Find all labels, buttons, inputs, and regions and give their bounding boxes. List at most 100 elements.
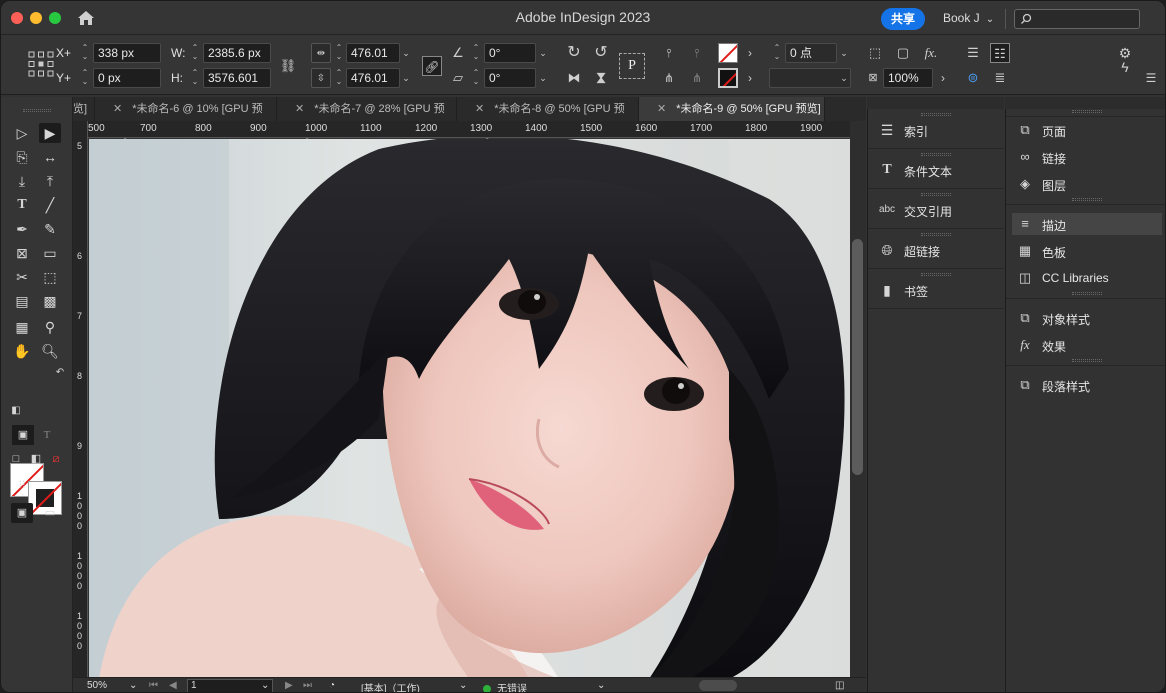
panel-group-grip[interactable] xyxy=(1006,109,1165,117)
panel-group-grip[interactable] xyxy=(1006,291,1165,299)
content-placer-icon[interactable]: ⤒ xyxy=(39,171,61,191)
eyedropper-tool-icon[interactable]: ⚲ xyxy=(39,317,61,337)
type-tool-icon[interactable]: T xyxy=(11,195,33,215)
rectangle-frame-tool-icon[interactable]: ⊠ xyxy=(11,243,33,263)
y-field[interactable]: 0 px xyxy=(93,68,161,88)
swap-fill-stroke-icon[interactable]: ↶ xyxy=(49,363,71,383)
screen-mode-icon[interactable]: ▭ xyxy=(39,503,61,523)
placed-portrait-image[interactable] xyxy=(89,139,850,679)
link-icon[interactable]: 🔗︎ xyxy=(422,56,442,76)
account-menu[interactable]: Book J ⌄ xyxy=(943,11,994,25)
lightning-icon[interactable]: ϟ xyxy=(1115,57,1135,77)
constrain-proportions-icon[interactable]: ⛓ xyxy=(278,56,298,76)
stroke-weight-stepper[interactable]: ⌃ ⌄ xyxy=(771,43,783,63)
close-icon[interactable]: ✕ xyxy=(475,103,484,115)
default-fill-stroke-icon[interactable]: ◧ xyxy=(5,401,27,421)
direct-selection-tool-icon[interactable]: ▶ xyxy=(39,123,61,143)
h-stepper[interactable]: ⌃ ⌄ xyxy=(189,68,201,88)
rotate-stepper[interactable]: ⌃ ⌄ xyxy=(470,43,482,63)
chevron-down-icon[interactable]: ⌄ xyxy=(837,68,851,88)
gradient-feather-tool-icon[interactable]: ▩ xyxy=(39,291,61,311)
chevron-down-icon[interactable]: ⌄ xyxy=(399,68,413,88)
x-stepper[interactable]: ⌃ ⌄ xyxy=(79,43,91,63)
fill-swatch[interactable] xyxy=(718,43,738,63)
flip-horizontal-icon[interactable]: ⧓ xyxy=(564,68,584,88)
gap-tool-icon[interactable]: ↔ xyxy=(39,147,61,167)
document-canvas[interactable] xyxy=(89,139,850,679)
horizontal-scrollbar-thumb[interactable] xyxy=(699,680,737,691)
panel-layers[interactable]: ◈ 图层 xyxy=(1012,173,1162,195)
next-page-icon[interactable]: ▶ xyxy=(285,680,293,691)
chevron-right-icon[interactable]: › xyxy=(933,68,953,88)
normal-view-icon[interactable]: ▣ xyxy=(11,503,33,523)
search-input[interactable] xyxy=(1014,9,1140,29)
grip[interactable] xyxy=(23,109,51,112)
chevron-down-icon[interactable]: ⌄ xyxy=(536,43,550,63)
text-wrap-none-icon[interactable]: ☰ xyxy=(963,43,983,63)
chevron-down-icon[interactable]: ⌄ xyxy=(261,680,269,691)
share-button[interactable]: 共享 xyxy=(881,8,925,30)
chevron-down-icon[interactable]: ⌄ xyxy=(536,68,550,88)
document-tab[interactable]: ✕*未命名-7 @ 28% [GPU 预览] xyxy=(277,97,457,139)
zoom-tool-icon[interactable]: 🔍︎ xyxy=(39,341,61,361)
rectangle-tool-icon[interactable]: ▭ xyxy=(39,243,61,263)
opacity-field[interactable]: 100% xyxy=(883,68,933,88)
close-icon[interactable]: ✕ xyxy=(113,103,122,115)
line-tool-icon[interactable]: ╱ xyxy=(39,195,61,215)
chevron-down-icon[interactable]: ⌄ xyxy=(129,680,137,691)
preflight-status[interactable]: 无错误 xyxy=(483,680,527,692)
stroke-weight-field[interactable]: 0 点 xyxy=(785,43,837,63)
panel-conditional-text[interactable]: T 条件文本 xyxy=(868,151,1004,189)
effects-icon[interactable]: fx. xyxy=(921,43,941,63)
rotate-ccw-icon[interactable]: ↺ xyxy=(591,43,611,63)
zoom-level[interactable]: 50% xyxy=(87,680,107,691)
chevron-down-icon[interactable]: ⌄ xyxy=(597,680,605,691)
close-icon[interactable]: ✕ xyxy=(295,103,304,115)
last-page-icon[interactable]: ⏭ xyxy=(303,680,312,691)
panel-cross-references[interactable]: abc 交叉引用 xyxy=(868,191,1004,229)
panel-cc-libraries[interactable]: ◫ CC Libraries xyxy=(1012,267,1162,289)
chevron-right-icon[interactable]: › xyxy=(740,43,760,63)
align-object-icon[interactable]: ⊜ xyxy=(963,68,983,88)
rotate-field[interactable]: 0° xyxy=(484,43,536,63)
scale-y-stepper[interactable]: ⌃ ⌄ xyxy=(333,68,345,88)
vertical-scrollbar[interactable] xyxy=(850,121,866,679)
pencil-tool-icon[interactable]: ✎ xyxy=(39,219,61,239)
page-tool-icon[interactable]: ⎘ xyxy=(11,147,33,167)
panel-pages[interactable]: ⧉ 页面 xyxy=(1012,119,1162,141)
chevron-down-icon[interactable]: ⌄ xyxy=(399,43,413,63)
note-tool-icon[interactable]: ▦ xyxy=(11,317,33,337)
hand-tool-icon[interactable]: ✋ xyxy=(11,341,33,361)
formatting-container-icon[interactable]: ▣ xyxy=(12,425,34,445)
scale-x-field[interactable]: 476.01 xyxy=(346,43,400,63)
first-page-icon[interactable]: ⏮ xyxy=(149,680,158,691)
panel-menu-icon[interactable]: ☰ xyxy=(1141,68,1161,88)
x-field[interactable]: 338 px xyxy=(93,43,161,63)
panel-links[interactable]: ∞ 链接 xyxy=(1012,146,1162,168)
select-content-icon[interactable]: ⫯ xyxy=(687,43,707,63)
flip-vertical-icon[interactable]: ⧓ xyxy=(591,68,611,88)
scale-y-field[interactable]: 476.01 xyxy=(346,68,400,88)
reference-point-icon[interactable] xyxy=(28,51,54,77)
shear-field[interactable]: 0° xyxy=(484,68,536,88)
panel-effects[interactable]: fx 效果 xyxy=(1012,334,1162,356)
preflight-icon[interactable]: ◔ xyxy=(329,680,335,691)
text-wrap-bounding-icon[interactable]: ☷ xyxy=(990,43,1010,63)
panel-hyperlinks[interactable]: 🌐︎ 超链接 xyxy=(868,231,1004,269)
panel-swatches[interactable]: ▦ 色板 xyxy=(1012,240,1162,262)
panel-bookmarks[interactable]: ▮ 书签 xyxy=(868,271,1004,309)
drop-shadow-icon[interactable]: ▢ xyxy=(893,43,913,63)
apply-color-icon[interactable]: □ xyxy=(5,449,27,469)
preflight-profile[interactable]: [基本]（工作) xyxy=(361,680,420,692)
panel-paragraph-styles[interactable]: ⧉ 段落样式 xyxy=(1012,374,1162,396)
formatting-text-icon[interactable]: T xyxy=(36,425,58,445)
scale-x-stepper[interactable]: ⌃ ⌄ xyxy=(333,43,345,63)
apply-none-icon[interactable]: ⧄ xyxy=(45,449,67,469)
select-previous-icon[interactable]: ⋔ xyxy=(659,68,679,88)
frame-fitting-icon[interactable]: ⬚ xyxy=(865,43,885,63)
chevron-right-icon[interactable]: › xyxy=(740,68,760,88)
panel-group-grip[interactable] xyxy=(1006,358,1165,366)
panel-object-styles[interactable]: ⧉ 对象样式 xyxy=(1012,307,1162,329)
y-stepper[interactable]: ⌃ ⌄ xyxy=(79,68,91,88)
select-container-icon[interactable]: ⫯ xyxy=(659,43,679,63)
